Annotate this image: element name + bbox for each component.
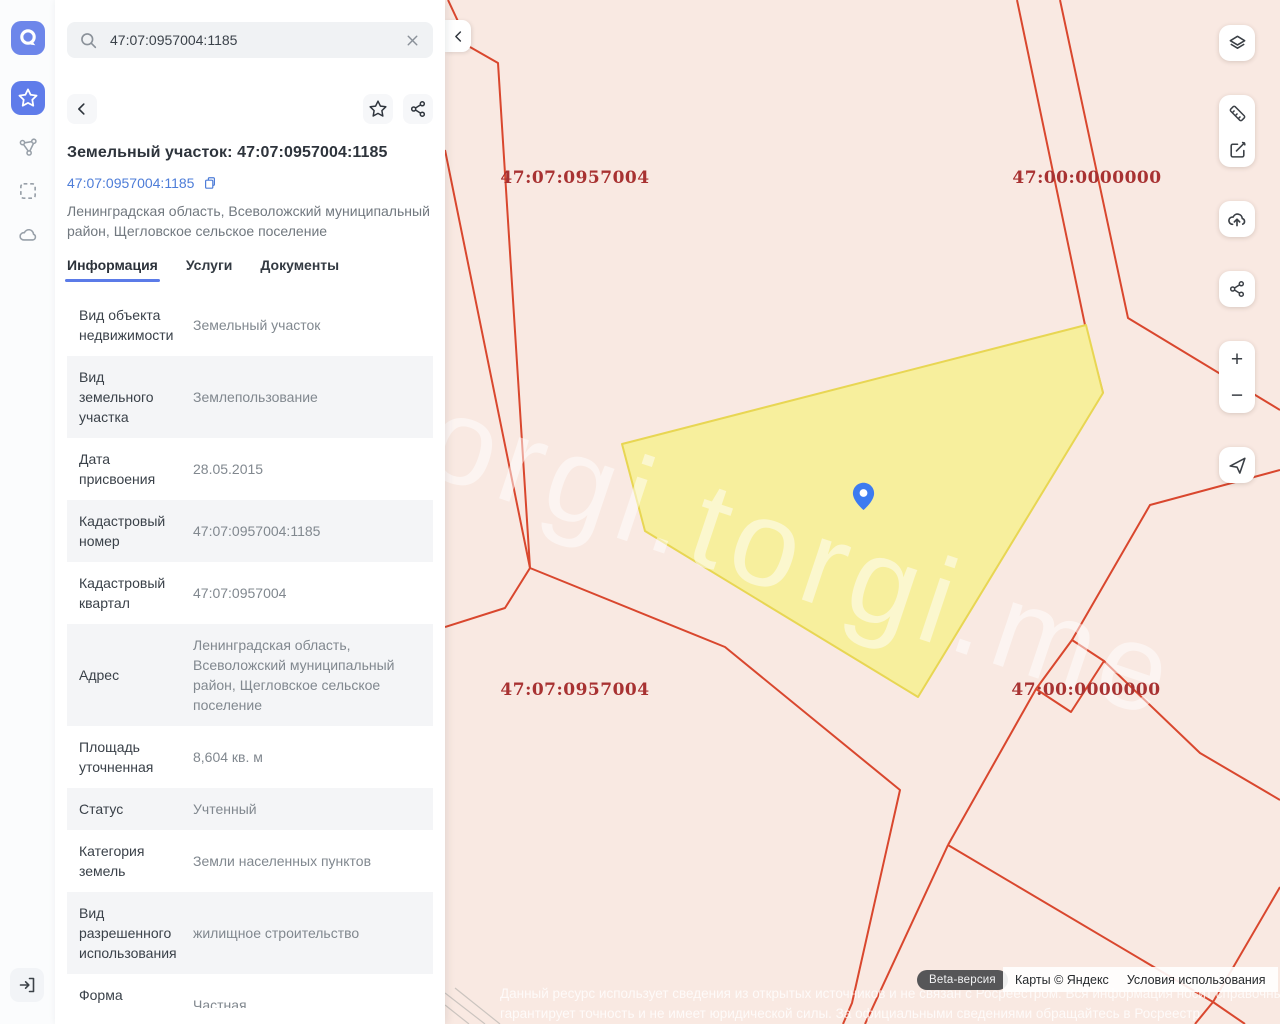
- cloud-upload-icon: [1226, 208, 1248, 230]
- table-row: Категория земельЗемли населенных пунктов: [67, 830, 433, 892]
- table-row: АдресЛенинградская область, Всеволожский…: [67, 624, 433, 726]
- zoom-in-button[interactable]: +: [1219, 341, 1255, 377]
- login-icon: [17, 975, 37, 995]
- tab-bar: Информация Услуги Документы: [67, 257, 433, 282]
- login-button[interactable]: [10, 968, 44, 1002]
- table-row: СтатусУчтенный: [67, 788, 433, 830]
- table-row: Вид объекта недвижимостиЗемельный участо…: [67, 294, 433, 356]
- yandex-maps-link[interactable]: Карты © Яндекс: [1015, 973, 1109, 987]
- polygon-nodes-icon: [17, 136, 39, 158]
- map-pin-icon[interactable]: [852, 482, 875, 511]
- app-logo[interactable]: [11, 21, 45, 55]
- table-row: Площадь уточненная8,604 кв. м: [67, 726, 433, 788]
- panel-actions: [67, 94, 433, 124]
- ruler-button[interactable]: [1219, 95, 1255, 131]
- search-input[interactable]: [108, 31, 404, 49]
- quarter-label: 47:07:0957004: [500, 168, 649, 188]
- table-row: Вид земельного участкаЗемлепользование: [67, 356, 433, 438]
- layers-icon: [1227, 33, 1248, 54]
- app-root: Земельный участок: 47:07:0957004:1185 47…: [0, 0, 1280, 1024]
- cadastral-lines-layer: [445, 0, 1280, 1024]
- quarter-label: 47:07:0957004: [500, 680, 649, 700]
- cloud-icon: [17, 224, 39, 246]
- layers-button[interactable]: [1219, 25, 1255, 61]
- icon-rail: [0, 0, 55, 1024]
- star-outline-icon: [368, 99, 388, 119]
- edit-icon: [1227, 139, 1248, 160]
- chevron-left-icon: [451, 29, 466, 44]
- sidebar-item-select-area[interactable]: [16, 179, 40, 203]
- share-icon: [408, 99, 428, 119]
- terms-of-use-link[interactable]: Условия использования: [1127, 973, 1266, 987]
- zoom-out-button[interactable]: −: [1219, 377, 1255, 413]
- draw-button[interactable]: [1219, 131, 1255, 167]
- map-attribution: Карты © Яндекс Условия использования: [1003, 967, 1278, 992]
- ruler-icon: [1227, 103, 1248, 124]
- chevron-left-icon: [73, 100, 91, 118]
- tab-services[interactable]: Услуги: [186, 257, 233, 282]
- copy-icon[interactable]: [202, 175, 218, 191]
- upload-button[interactable]: [1219, 201, 1255, 237]
- collapse-panel-button[interactable]: [445, 20, 471, 52]
- beta-badge: Beta-версия: [917, 970, 1008, 990]
- panel-bottom-cover: [55, 1008, 445, 1024]
- tab-information[interactable]: Информация: [67, 257, 158, 282]
- share-map-button[interactable]: [1219, 271, 1255, 307]
- share-icon: [1227, 279, 1247, 299]
- attributes-table: Вид объекта недвижимостиЗемельный участо…: [67, 294, 433, 1024]
- tab-documents[interactable]: Документы: [260, 257, 339, 282]
- logo-icon: [16, 26, 40, 50]
- star-icon: [17, 87, 39, 109]
- sidebar-item-polygon-tool[interactable]: [16, 135, 40, 159]
- table-row: Кадастровый номер47:07:0957004:1185: [67, 500, 433, 562]
- page-title: Земельный участок: 47:07:0957004:1185: [67, 144, 433, 162]
- cadastral-number-link[interactable]: 47:07:0957004:1185: [67, 175, 194, 191]
- zoom-control: + −: [1219, 341, 1255, 413]
- parcel-polygon[interactable]: [622, 325, 1103, 697]
- navigate-icon: [1227, 455, 1248, 476]
- dashed-square-icon: [17, 180, 39, 202]
- back-button[interactable]: [67, 94, 97, 124]
- clear-search-icon[interactable]: [404, 32, 421, 49]
- locate-button[interactable]: [1219, 447, 1255, 483]
- search-icon: [79, 31, 98, 50]
- cadastral-number-row: 47:07:0957004:1185: [67, 175, 433, 191]
- table-row: Кадастровый квартал47:07:0957004: [67, 562, 433, 624]
- share-button[interactable]: [403, 94, 433, 124]
- table-row: Вид разрешенного использованияжилищное с…: [67, 892, 433, 974]
- search-bar: [67, 22, 433, 58]
- map-canvas[interactable]: torgi.torgi.me 47:07:0957004 47:00:00000…: [445, 0, 1280, 1024]
- sidebar-item-cloud[interactable]: [16, 223, 40, 247]
- sidebar-item-favorites[interactable]: [11, 81, 45, 115]
- info-panel: Земельный участок: 47:07:0957004:1185 47…: [55, 0, 445, 1024]
- quarter-label: 47:00:0000000: [1011, 680, 1160, 700]
- favorite-button[interactable]: [363, 94, 393, 124]
- measure-edit-group: [1219, 95, 1255, 167]
- table-row: Дата присвоения28.05.2015: [67, 438, 433, 500]
- object-address: Ленинградская область, Всеволожский муни…: [67, 201, 433, 241]
- quarter-label: 47:00:0000000: [1012, 168, 1161, 188]
